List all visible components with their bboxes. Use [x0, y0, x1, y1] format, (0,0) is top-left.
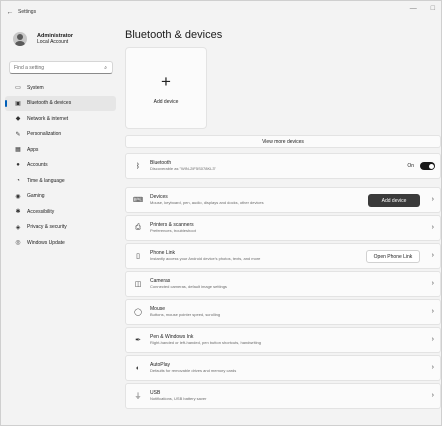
view-more-devices-button[interactable]: View more devices	[125, 135, 441, 148]
pen-icon: ✒	[135, 337, 141, 344]
autoplay-icon: ◐	[135, 364, 141, 372]
wifi-icon: ◆	[15, 116, 21, 122]
sidebar-item-label: Accessibility	[27, 208, 55, 215]
card-subtitle: Buttons, mouse pointer speed, scrolling	[150, 312, 221, 317]
main-content: Bluetooth & devices + Add device View mo…	[125, 23, 441, 425]
card-subtitle: Instantly access your Android device's p…	[150, 256, 261, 261]
minimize-button[interactable]: —	[410, 5, 417, 12]
bluetooth-icon: ᛒ	[135, 162, 141, 170]
phone-icon: ▯	[136, 253, 140, 260]
autoplay-card[interactable]: ◐ AutoPlay Defaults for removable drives…	[125, 355, 441, 381]
bluetooth-subtitle: Discoverable as "WIN-2IF5S078KL3"	[150, 166, 216, 171]
sidebar-item-label: Windows Update	[27, 239, 65, 246]
open-phone-link-button[interactable]: Open Phone Link	[366, 250, 420, 263]
cameras-card[interactable]: ◫ Cameras Connected cameras, default ima…	[125, 271, 441, 297]
sidebar-item-label: Bluetooth & devices	[27, 100, 72, 106]
sidebar-item-label: Network & internet	[27, 115, 69, 122]
pen-windows-ink-card[interactable]: ✒ Pen & Windows Ink Right-handed or left…	[125, 327, 441, 353]
usb-icon: ⏚	[134, 393, 142, 400]
bluetooth-toggle[interactable]	[420, 162, 435, 170]
search-placeholder: Find a setting	[14, 64, 45, 71]
sidebar-item-network[interactable]: ◆ Network & internet	[5, 111, 116, 126]
devices-card[interactable]: ⌨ Devices Mouse, keyboard, pen, audio, d…	[125, 187, 441, 213]
bluetooth-state-label: On	[407, 163, 414, 169]
chevron-right-icon: ›	[431, 364, 434, 371]
sidebar-item-label: Personalization	[27, 131, 62, 137]
chevron-right-icon: ›	[431, 392, 434, 399]
update-icon: ◎	[15, 240, 21, 246]
sidebar-item-time-language[interactable]: ◔ Time & language	[5, 173, 116, 188]
sidebar-nav: ▭ System ▣ Bluetooth & devices ◆ Network…	[5, 80, 116, 251]
add-device-tile[interactable]: + Add device	[125, 47, 207, 129]
card-subtitle: Mouse, keyboard, pen, audio, displays an…	[150, 200, 264, 205]
mouse-card[interactable]: ◯ Mouse Buttons, mouse pointer speed, sc…	[125, 299, 441, 325]
gamepad-icon: ◉	[15, 193, 21, 200]
sidebar-item-gaming[interactable]: ◉ Gaming	[5, 189, 116, 204]
sidebar-item-personalization[interactable]: ✎ Personalization	[5, 127, 116, 142]
maximize-button[interactable]: □	[431, 5, 435, 12]
sidebar: Administrator Local Account Find a setti…	[1, 23, 119, 425]
camera-icon: ◫	[134, 281, 142, 288]
card-subtitle: Defaults for removable drives and memory…	[150, 368, 237, 373]
back-arrow-icon[interactable]: ←	[4, 9, 16, 16]
card-subtitle: Preferences, troubleshoot	[150, 228, 196, 233]
apps-icon: ▦	[15, 147, 21, 153]
profile-account-type: Local Account	[37, 39, 69, 45]
sidebar-item-label: Accounts	[27, 162, 48, 168]
mouse-icon: ◯	[134, 309, 142, 316]
sidebar-item-bluetooth-devices[interactable]: ▣ Bluetooth & devices	[5, 95, 116, 111]
plus-icon: +	[161, 72, 171, 91]
search-icon: ⌕	[104, 65, 107, 71]
page-title: Bluetooth & devices	[125, 29, 223, 41]
settings-window: ← Settings — □ Administrator Local Accou…	[0, 0, 442, 426]
search-input[interactable]: Find a setting ⌕	[9, 61, 113, 74]
avatar	[13, 32, 27, 46]
card-subtitle: Connected cameras, default image setting…	[150, 284, 227, 289]
chevron-right-icon: ›	[431, 336, 434, 343]
card-subtitle: Notifications, USB battery saver	[150, 396, 207, 401]
monitor-icon: ▭	[15, 85, 21, 91]
keyboard-icon: ⌨	[132, 197, 144, 204]
printer-icon: ⎙	[135, 224, 141, 231]
add-device-label: Add device	[153, 99, 179, 105]
window-controls: — □	[410, 5, 435, 12]
window-title: Settings	[18, 9, 37, 15]
card-subtitle: Right-handed or left-handed, pen button …	[150, 340, 261, 345]
clock-globe-icon: ◔	[16, 177, 20, 184]
sidebar-item-windows-update[interactable]: ◎ Windows Update	[5, 235, 116, 250]
devices-icon: ▣	[15, 100, 21, 107]
chevron-right-icon: ›	[431, 224, 434, 231]
person-icon: ●	[16, 162, 20, 168]
brush-icon: ✎	[15, 131, 21, 138]
phone-link-card[interactable]: ▯ Phone Link Instantly access your Andro…	[125, 243, 441, 269]
add-device-button[interactable]: Add device	[368, 194, 420, 207]
accessibility-icon: ✱	[15, 209, 21, 215]
chevron-right-icon: ›	[431, 252, 434, 259]
chevron-right-icon: ›	[431, 308, 434, 315]
sidebar-item-label: System	[27, 84, 44, 91]
chevron-right-icon: ›	[431, 196, 434, 203]
sidebar-item-accessibility[interactable]: ✱ Accessibility	[5, 204, 116, 219]
title-bar: ← Settings — □	[1, 1, 441, 23]
sidebar-item-apps[interactable]: ▦ Apps	[5, 142, 116, 157]
sidebar-item-label: Time & language	[27, 177, 65, 184]
sidebar-item-label: Apps	[27, 146, 39, 153]
chevron-right-icon: ›	[431, 280, 434, 287]
sidebar-item-accounts[interactable]: ● Accounts	[5, 158, 116, 173]
user-profile[interactable]: Administrator Local Account	[13, 32, 73, 46]
printers-scanners-card[interactable]: ⎙ Printers & scanners Preferences, troub…	[125, 215, 441, 241]
usb-card[interactable]: ⏚ USB Notifications, USB battery saver ›	[125, 383, 441, 409]
bluetooth-card: ᛒ Bluetooth Discoverable as "WIN-2IF5S07…	[125, 153, 441, 179]
sidebar-item-system[interactable]: ▭ System	[5, 80, 116, 95]
shield-icon: ◈	[15, 224, 21, 231]
sidebar-item-privacy-security[interactable]: ◈ Privacy & security	[5, 220, 116, 235]
sidebar-item-label: Gaming	[27, 193, 45, 199]
sidebar-item-label: Privacy & security	[27, 224, 67, 230]
